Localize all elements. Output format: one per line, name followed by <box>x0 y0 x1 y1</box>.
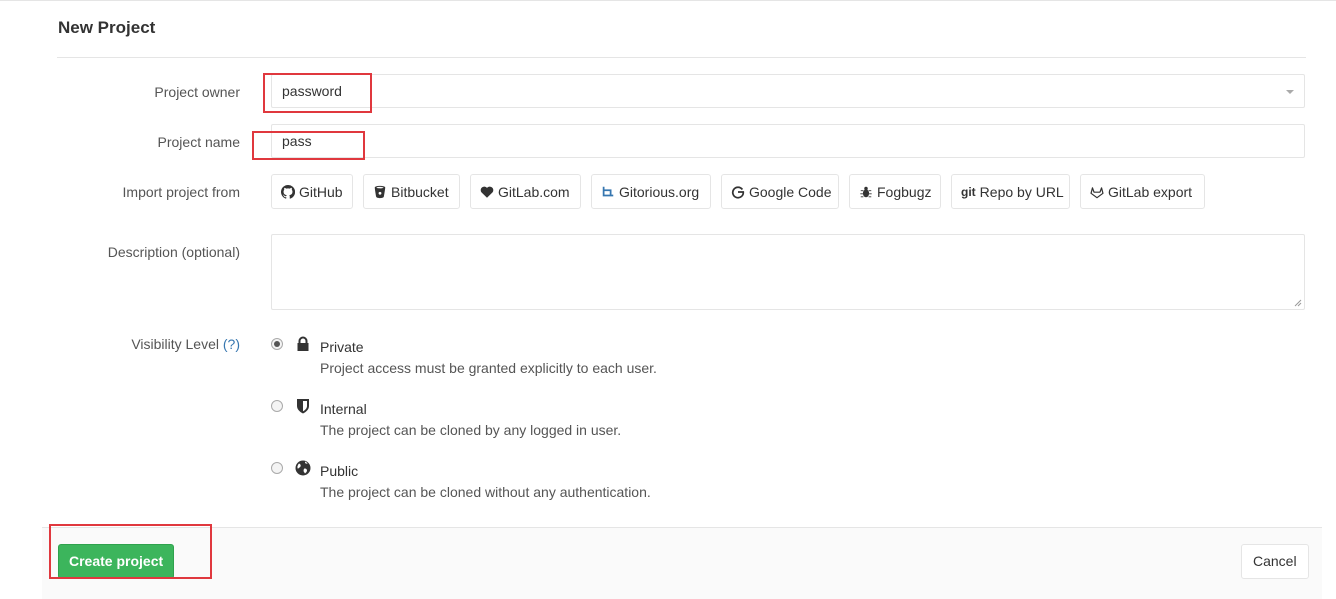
bug-icon <box>860 186 872 197</box>
heart-icon <box>480 186 494 198</box>
import-fogbugz-label: Fogbugz <box>877 183 932 200</box>
highlight-box-owner <box>263 73 372 113</box>
gitlab-icon <box>1090 186 1104 198</box>
project-name-label: Project name <box>157 134 240 150</box>
import-gitlab-export-label: GitLab export <box>1108 183 1193 200</box>
visibility-help-link[interactable]: (?) <box>223 336 240 352</box>
import-gitorious-button[interactable]: Gitorious.org <box>591 174 711 209</box>
title-divider <box>57 57 1306 58</box>
highlight-box-create <box>49 524 212 579</box>
google-icon <box>731 185 745 199</box>
github-icon <box>281 184 295 199</box>
resize-grip-icon[interactable] <box>1294 299 1302 307</box>
description-label: Description (optional) <box>107 244 240 260</box>
import-google-code-label: Google Code <box>749 183 832 200</box>
dropdown-caret-icon <box>1286 90 1294 94</box>
description-textarea[interactable] <box>271 234 1305 310</box>
import-bitbucket-label: Bitbucket <box>391 183 449 200</box>
import-google-code-button[interactable]: Google Code <box>721 174 839 209</box>
visibility-public-radio[interactable] <box>271 462 283 474</box>
form-actions <box>42 527 1322 599</box>
shield-icon <box>297 399 309 414</box>
visibility-private-radio[interactable] <box>271 338 283 350</box>
import-github-button[interactable]: GitHub <box>271 174 353 209</box>
visibility-internal-title: Internal <box>320 401 367 417</box>
import-gitorious-label: Gitorious.org <box>619 183 700 200</box>
bitbucket-icon <box>374 185 386 198</box>
visibility-private-description: Project access must be granted explicitl… <box>320 360 657 376</box>
cancel-button[interactable]: Cancel <box>1241 544 1309 579</box>
highlight-box-name <box>252 131 365 160</box>
gitorious-icon <box>602 186 614 196</box>
import-repo-by-url-button[interactable]: git Repo by URL <box>951 174 1070 209</box>
visibility-internal-description: The project can be cloned by any logged … <box>320 422 622 438</box>
lock-icon <box>297 336 309 351</box>
import-repo-by-url-label: Repo by URL <box>979 183 1064 200</box>
git-icon: git <box>961 184 976 199</box>
import-bitbucket-button[interactable]: Bitbucket <box>363 174 460 209</box>
visibility-level-text: Visibility Level <box>131 336 219 352</box>
import-fogbugz-button[interactable]: Fogbugz <box>849 174 941 209</box>
import-project-label: Import project from <box>122 184 240 200</box>
visibility-private-title: Private <box>320 339 364 355</box>
top-divider <box>0 0 1336 1</box>
import-gitlab-export-button[interactable]: GitLab export <box>1080 174 1205 209</box>
project-owner-label: Project owner <box>154 84 240 100</box>
project-name-input[interactable]: pass <box>271 124 1305 158</box>
visibility-public-description: The project can be cloned without any au… <box>320 484 651 500</box>
visibility-internal-radio[interactable] <box>271 400 283 412</box>
import-github-label: GitHub <box>299 183 343 200</box>
page-title: New Project <box>58 18 156 37</box>
visibility-level-label: Visibility Level (?) <box>131 336 240 352</box>
import-gitlab-com-label: GitLab.com <box>498 183 570 200</box>
project-owner-select[interactable]: password <box>271 74 1305 108</box>
globe-icon <box>295 460 311 476</box>
visibility-public-title: Public <box>320 463 359 479</box>
import-gitlab-com-button[interactable]: GitLab.com <box>470 174 581 209</box>
